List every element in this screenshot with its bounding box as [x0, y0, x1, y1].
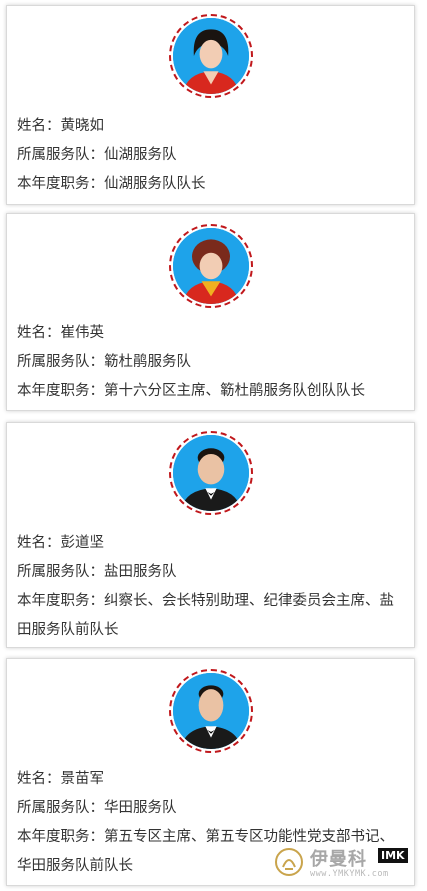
male-portrait-photo: [172, 435, 249, 511]
watermark-tag: IMK: [378, 848, 408, 863]
member-team: 所属服务队：簕杜鹃服务队: [17, 354, 191, 370]
brand-logo-icon: [275, 848, 303, 876]
member-name: 姓名：崔伟英: [17, 325, 104, 341]
member-name: 姓名：黄晓如: [17, 118, 104, 134]
member-team: 所属服务队：华田服务队: [17, 800, 177, 816]
member-name: 姓名：彭道坚: [17, 535, 104, 551]
member-card: 姓名：黄晓如 所属服务队：仙湖服务队 本年度职务：仙湖服务队队长: [6, 5, 415, 205]
female-portrait-photo: [172, 228, 249, 304]
member-photo-frame: [168, 224, 253, 308]
member-name: 姓名：景苗军: [17, 771, 104, 787]
watermark: 伊曼科 IMK www.YMKYMK.com: [270, 843, 420, 883]
member-team: 所属服务队：盐田服务队: [17, 564, 177, 580]
member-role: 本年度职务：第十六分区主席、簕杜鹃服务队创队队长: [17, 383, 365, 399]
watermark-url: www.YMKYMK.com: [310, 869, 389, 879]
member-photo-frame: [168, 431, 253, 515]
member-role: 本年度职务：仙湖服务队队长: [17, 176, 206, 192]
member-card: 姓名：彭道坚 所属服务队：盐田服务队 本年度职务：纠察长、会长特别助理、纪律委员…: [6, 422, 415, 648]
watermark-brand: 伊曼科: [310, 849, 367, 870]
member-role: 本年度职务：纠察长、会长特别助理、纪律委员会主席、盐田服务队前队长: [17, 593, 394, 638]
member-photo-frame: [168, 669, 253, 753]
member-card: 姓名：崔伟英 所属服务队：簕杜鹃服务队 本年度职务：第十六分区主席、簕杜鹃服务队…: [6, 213, 415, 411]
member-photo-frame: [168, 14, 253, 98]
male-portrait-photo: [172, 673, 249, 749]
member-team: 所属服务队：仙湖服务队: [17, 147, 177, 163]
female-portrait-photo: [172, 18, 249, 94]
